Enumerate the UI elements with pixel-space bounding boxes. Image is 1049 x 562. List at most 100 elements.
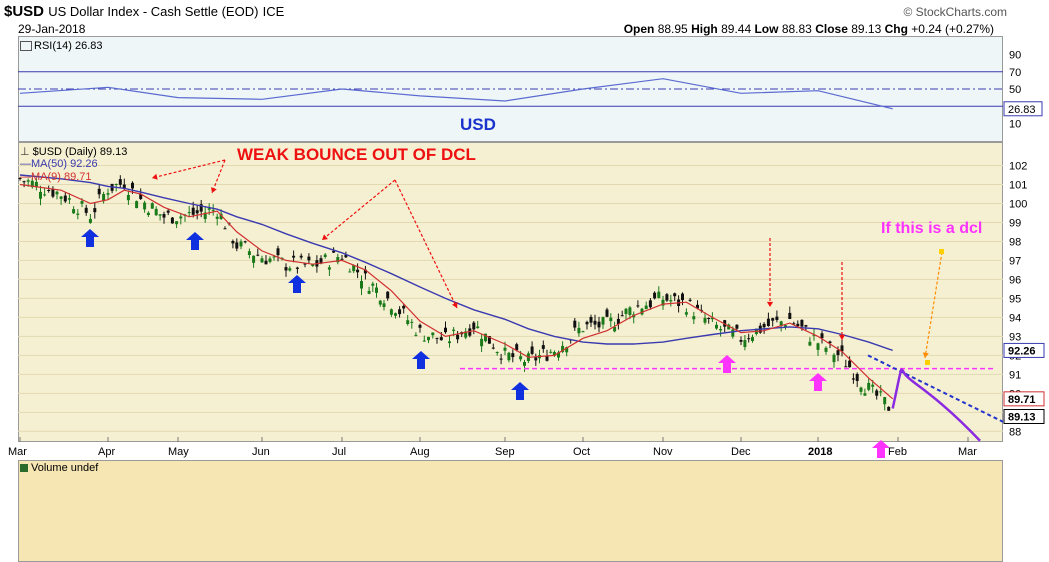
if-dcl-annotation: If this is a dcl (881, 220, 983, 237)
price-tick-label: 97 (1009, 255, 1021, 267)
price-bar-body (371, 283, 375, 286)
price-bar-body (657, 291, 661, 298)
price-bar-body (747, 338, 751, 340)
price-bar-body (398, 309, 402, 315)
price-bar-body (751, 337, 754, 341)
price-bar-body (389, 309, 393, 315)
price-bar-body (131, 182, 134, 189)
price-bar-body (93, 208, 97, 213)
price-bar-body (356, 269, 360, 273)
price-bar-body (327, 267, 331, 270)
price-bar-body (499, 358, 503, 360)
price-bar-body (832, 354, 836, 363)
price-tick-label: 93 (1009, 331, 1021, 343)
price-bar-body (394, 313, 397, 316)
x-axis-label: Dec (731, 446, 751, 458)
price-bar-body (80, 201, 84, 204)
price-bar-body (491, 347, 495, 349)
price-bar-body (820, 333, 824, 339)
price-bar-body (836, 350, 840, 356)
price-bar-body (743, 340, 747, 347)
price-bar-body (264, 260, 268, 265)
price-bar-body (648, 300, 652, 308)
price-bar-body (628, 307, 632, 315)
price-bar-body (715, 324, 718, 329)
price-bar-body (223, 228, 227, 230)
price-bar-body (669, 300, 673, 302)
dcl-target-arrow (924, 251, 943, 359)
price-bar-body (703, 317, 707, 323)
rsi-layer: 907050301026.83 (18, 50, 1043, 130)
price-bar-body (816, 343, 820, 350)
price-tick-label: 98 (1009, 236, 1021, 248)
price-bar-body (804, 325, 808, 327)
axis-layer: Mar Apr May Jun Jul Aug Sep Oct Nov Dec 2018 Feb Mar (8, 437, 977, 458)
price-bar-body (515, 344, 519, 351)
price-bar-body (268, 258, 272, 262)
weak-bounce-arrow-4 (394, 179, 458, 309)
price-bar-body (480, 338, 484, 347)
price-bar-body (549, 351, 553, 353)
rsi-tick-label: 90 (1009, 50, 1021, 62)
pink-up-arrow-1 (718, 355, 736, 373)
rsi-watermark: USD (460, 115, 496, 134)
price-bar-body (530, 346, 534, 354)
price-bar-body (585, 321, 589, 325)
price-bar-body (507, 352, 511, 361)
x-axis-label: Mar (958, 446, 977, 458)
price-bar-body (239, 241, 243, 247)
price-tick-label: 95 (1009, 293, 1021, 305)
price-bar-body (573, 320, 577, 328)
price-bar-body (495, 352, 499, 353)
rsi-tick-label: 10 (1009, 118, 1021, 130)
price-bar-body (292, 255, 296, 258)
price-bar-body (323, 254, 327, 257)
price-bar-body (55, 191, 59, 195)
price-bar-body (84, 207, 88, 213)
price-bar-body (307, 256, 311, 261)
blue-up-arrow-4 (412, 351, 430, 369)
price-bar-body (653, 292, 657, 299)
price-bar-body (605, 309, 609, 317)
price-bar-body (59, 196, 63, 199)
price-bar-body (170, 217, 174, 224)
price-bar-body (859, 387, 863, 392)
price-bar-body (51, 189, 55, 197)
price-bar-body (427, 336, 430, 341)
price-bar-body (519, 356, 523, 360)
rsi-line (19, 78, 893, 110)
price-bar-body (593, 320, 597, 325)
price-bar-body (406, 320, 410, 324)
price-bar-body (414, 334, 418, 336)
x-axis-label: Jun (252, 446, 270, 458)
price-bar-body (609, 317, 613, 322)
ma9-value-tag-text: 89.71 (1008, 394, 1036, 406)
x-axis-label: Aug (410, 446, 430, 458)
price-bar-body (589, 317, 593, 323)
rsi-legend-icon (20, 41, 32, 52)
price-bar-body (771, 318, 775, 321)
price-bar-body (386, 291, 390, 299)
price-bar-body (402, 305, 406, 309)
price-bar-body (179, 216, 183, 219)
price-tick-label: 94 (1009, 312, 1021, 324)
price-tick-label: 91 (1009, 369, 1021, 381)
price-bar-body (707, 318, 711, 319)
price-bar-body (665, 294, 669, 301)
price-bar-body (340, 258, 344, 260)
price-bar-body (39, 191, 42, 199)
ma50-legend-line: — (20, 158, 31, 170)
price-bar-body (476, 326, 480, 329)
price-bar-body (775, 316, 779, 320)
price-bar-body (150, 203, 154, 209)
price-bar-body (581, 331, 585, 333)
price-bar-body (118, 179, 122, 185)
price-bar-body (851, 378, 855, 380)
chart-svg: 907050301026.83 102101100999897969594939… (8, 50, 1045, 458)
rsi-tick-label: 70 (1009, 67, 1021, 79)
price-bar-body (824, 347, 828, 352)
ma50-line (19, 174, 893, 352)
price-bar-body (448, 341, 451, 344)
dcl-target-marker (939, 249, 944, 254)
ma50-value-tag-text: 92.26 (1008, 345, 1036, 357)
